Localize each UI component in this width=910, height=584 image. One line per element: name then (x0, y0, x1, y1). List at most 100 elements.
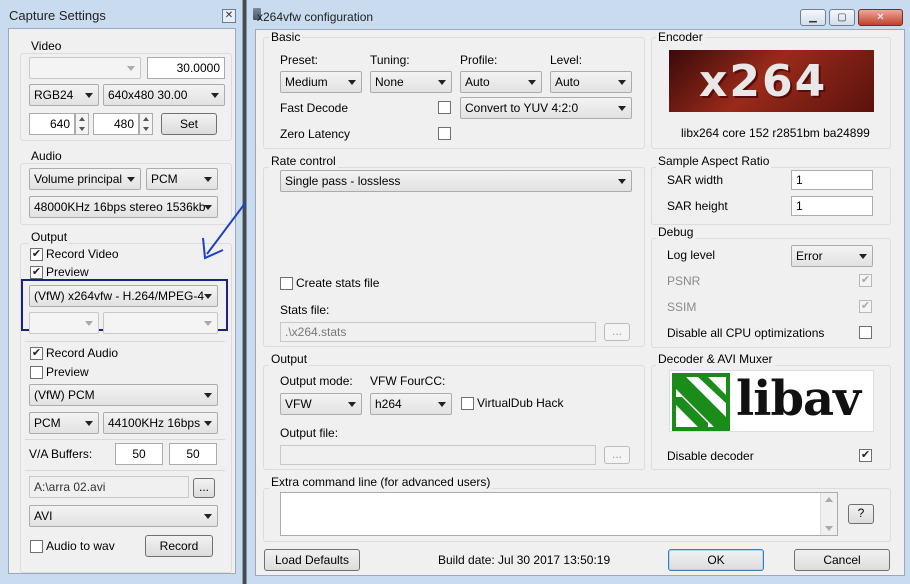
rate-control-group-title: Rate control (269, 154, 338, 168)
browse-button[interactable]: ... (193, 478, 215, 498)
encoder-version: libx264 core 152 r2851bm ba24899 (681, 126, 870, 140)
capture-panel: Video 30.0000 RGB24 640x480 30.00 640 48… (8, 28, 236, 574)
level-select[interactable]: Auto (550, 71, 632, 93)
scroll-down-icon[interactable] (825, 526, 833, 531)
record-video-label: Record Video (46, 247, 119, 261)
audio-to-wav-checkbox[interactable] (30, 540, 43, 553)
preview-video-label: Preview (46, 265, 89, 279)
libav-emblem-icon (672, 373, 730, 431)
capture-settings-window: Capture Settings ✕ Video 30.0000 RGB24 6… (0, 0, 243, 584)
close-icon[interactable]: ✕ (858, 9, 903, 26)
video-buffer-input[interactable]: 50 (115, 443, 163, 465)
audio-rate-select[interactable]: 44100KHz 16bps (103, 412, 218, 434)
log-level-label: Log level (667, 248, 716, 262)
stats-file-input[interactable]: .\x264.stats (280, 322, 596, 342)
rate-mode-select[interactable]: Single pass - lossless (280, 170, 632, 192)
window-title: Capture Settings (9, 8, 106, 23)
basic-group-title: Basic (269, 30, 303, 44)
resolution-select[interactable]: 640x480 30.00 (103, 84, 225, 106)
divider (25, 341, 225, 342)
log-level-select[interactable]: Error (791, 245, 873, 267)
output-mode-label: Output mode: (280, 374, 353, 388)
x264-logo: x264 (669, 50, 874, 112)
colorspace-select[interactable]: RGB24 (29, 84, 99, 106)
psnr-label: PSNR (667, 274, 701, 288)
record-video-checkbox[interactable]: ✔ (30, 248, 43, 261)
load-defaults-button[interactable]: Load Defaults (264, 549, 360, 571)
profile-select[interactable]: Auto (460, 71, 542, 93)
ssim-checkbox[interactable]: ✔ (859, 300, 872, 313)
preset-select[interactable]: Medium (280, 71, 362, 93)
decoder-group-title: Decoder & AVI Muxer (656, 352, 775, 366)
stats-file-label: Stats file: (280, 303, 330, 317)
debug-group-title: Debug (656, 225, 696, 239)
preset-label: Preset: (280, 53, 319, 67)
record-button[interactable]: Record (145, 535, 213, 557)
extra-cmdline-group-title: Extra command line (for advanced users) (269, 475, 493, 489)
ok-button[interactable]: OK (668, 549, 764, 571)
codec-option-select-1[interactable] (29, 312, 99, 334)
window-title: x264vfw configuration (257, 10, 374, 24)
sar-width-input[interactable]: 1 (791, 170, 873, 190)
output-file-label: Output file: (280, 426, 339, 440)
audio-format-select[interactable]: 48000KHz 16bps stereo 1536kb (29, 196, 218, 218)
sar-height-label: SAR height (667, 199, 728, 213)
fast-decode-checkbox[interactable] (438, 101, 451, 114)
audio-group-title: Audio (29, 149, 64, 163)
video-codec-select[interactable]: (VfW) x264vfw - H.264/MPEG-4 (29, 285, 218, 307)
fast-decode-label: Fast Decode (280, 101, 349, 115)
video-device-select[interactable] (29, 57, 141, 79)
scrollbar[interactable] (820, 493, 837, 535)
record-audio-label: Record Audio (46, 346, 119, 360)
create-stats-checkbox[interactable] (280, 277, 293, 290)
preview-audio-checkbox[interactable] (30, 366, 43, 379)
codec-option-select-2[interactable] (103, 312, 218, 334)
close-icon[interactable]: ✕ (222, 9, 236, 23)
preview-video-checkbox[interactable]: ✔ (30, 266, 43, 279)
minimize-icon[interactable]: ▁ (800, 9, 826, 26)
height-input[interactable]: 480 (93, 113, 139, 135)
disable-cpu-checkbox[interactable] (859, 326, 872, 339)
set-button[interactable]: Set (161, 113, 217, 135)
encoder-group-title: Encoder (656, 30, 705, 44)
record-audio-checkbox[interactable]: ✔ (30, 347, 43, 360)
height-spinner[interactable] (139, 113, 153, 135)
va-buffers-label: V/A Buffers: (29, 447, 93, 461)
level-label: Level: (550, 53, 583, 67)
audio-codec-output-select[interactable]: (VfW) PCM (29, 384, 218, 406)
container-select[interactable]: AVI (29, 505, 218, 527)
help-button[interactable]: ? (848, 504, 874, 524)
output-group-title: Output (269, 352, 310, 366)
output-group-title: Output (29, 230, 70, 244)
tuning-select[interactable]: None (370, 71, 452, 93)
stats-browse-button[interactable]: ... (604, 323, 630, 341)
output-browse-button[interactable]: ... (604, 446, 630, 464)
width-input[interactable]: 640 (29, 113, 75, 135)
psnr-checkbox[interactable]: ✔ (859, 274, 872, 287)
sar-height-input[interactable]: 1 (791, 196, 873, 216)
disable-decoder-checkbox[interactable]: ✔ (859, 449, 872, 462)
audio-source-select[interactable]: Volume principal (29, 168, 141, 190)
sar-width-label: SAR width (667, 173, 724, 187)
vdub-hack-checkbox[interactable] (461, 397, 474, 410)
cancel-button[interactable]: Cancel (794, 549, 890, 571)
disable-decoder-label: Disable decoder (667, 449, 754, 463)
output-file-input[interactable]: A:\arra 02.avi (29, 476, 189, 498)
scroll-up-icon[interactable] (825, 497, 833, 502)
zero-latency-checkbox[interactable] (438, 127, 451, 140)
audio-type-select[interactable]: PCM (29, 412, 99, 434)
extra-cmdline-textarea[interactable] (280, 492, 838, 536)
disable-cpu-label: Disable all CPU optimizations (667, 326, 825, 340)
config-panel: Basic Preset: Tuning: Profile: Level: Me… (255, 29, 905, 576)
divider (25, 439, 225, 440)
tuning-label: Tuning: (370, 53, 410, 67)
fps-input[interactable]: 30.0000 (147, 57, 225, 79)
output-file-input[interactable] (280, 445, 596, 465)
width-spinner[interactable] (75, 113, 89, 135)
colorspace-select[interactable]: Convert to YUV 4:2:0 (460, 97, 632, 119)
audio-buffer-input[interactable]: 50 (169, 443, 217, 465)
maximize-icon[interactable]: ▢ (829, 9, 855, 26)
output-mode-select[interactable]: VFW (280, 393, 362, 415)
fourcc-select[interactable]: h264 (370, 393, 452, 415)
rate-control-group (263, 167, 645, 347)
